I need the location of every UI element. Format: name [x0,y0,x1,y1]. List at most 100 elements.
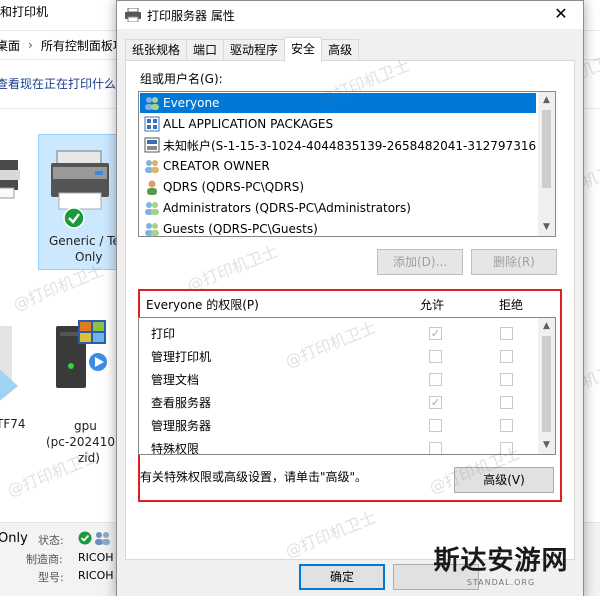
scroll-up-icon[interactable]: ▲ [538,318,555,335]
permission-row: 打印 ✓ [139,322,537,344]
list-item-user[interactable]: ALL APPLICATION PACKAGES [140,114,536,134]
group-icon [145,223,159,236]
permission-row: 管理文档 [139,368,537,390]
watermark: @打印机卫士 [184,241,281,296]
permission-name: 特殊权限 [151,442,200,455]
tab-drivers[interactable]: 驱动程序 [223,39,286,61]
printer-icon [125,8,141,22]
list-item-user[interactable]: QDRS (QDRS-PC\QDRS) [140,177,536,197]
tab-paper-sizes[interactable]: 纸张规格 [125,39,188,61]
user-icon [147,180,157,195]
allow-checkbox[interactable]: ✓ [429,327,442,340]
breadcrumb-desktop[interactable]: 桌面 [0,37,20,54]
see-printing-command[interactable]: 查看现在正在打印什么 [0,70,116,98]
default-check-icon [63,207,85,229]
user-name: Guests (QDRS-PC\Guests) [163,222,318,236]
group-icon [145,160,159,173]
deny-header: 拒绝 [499,298,524,312]
tab-security[interactable]: 安全 [284,37,323,62]
maker-label: 制造商: [26,553,63,566]
scroll-thumb[interactable] [542,336,551,432]
ok-button[interactable]: 确定 [299,564,385,590]
scroll-down-icon[interactable]: ▼ [538,219,555,236]
allow-header: 允许 [420,298,445,312]
breadcrumb-control-panel[interactable]: 所有控制面板项 [41,37,125,54]
tab-advanced[interactable]: 高级 [321,39,360,61]
users-listbox[interactable]: Everyone ALL APPLICATION PACKAGES 未知帐户(S… [138,91,556,237]
deny-checkbox[interactable] [500,327,513,340]
advanced-button[interactable]: 高级(V) [454,467,554,493]
dialog-titlebar[interactable]: 打印服务器 属性 ✕ [117,1,583,29]
allow-checkbox[interactable] [429,373,442,386]
permissions-list[interactable]: 打印 ✓ 管理打印机 管理文档 查看服务器 ✓ 管理服务器 特殊权限 ▲ ▼ [138,317,556,455]
fax-icon[interactable] [0,326,18,406]
logo-subtitle: STANDAL.ORG [466,578,536,587]
user-name: QDRS (QDRS-PC\QDRS) [163,180,305,194]
deny-checkbox[interactable] [500,350,513,363]
allow-checkbox[interactable]: ✓ [429,396,442,409]
permission-row: 管理服务器 [139,414,537,436]
logo-title: 斯达安游网 [433,546,569,576]
device-label: zid) [78,451,100,465]
deny-checkbox[interactable] [500,396,513,409]
scroll-down-icon[interactable]: ▼ [538,437,555,454]
group-icon [145,97,159,110]
permission-name: 查看服务器 [151,396,212,410]
permission-name: 管理服务器 [151,419,212,433]
allow-checkbox[interactable] [429,350,442,363]
chevron-right-icon: › [28,38,33,52]
window-title: 和打印机 [0,5,49,19]
scroll-thumb[interactable] [542,110,551,188]
model-label: 型号: [38,571,64,584]
device-label: gpu [74,419,97,433]
add-button[interactable]: 添加(D)... [377,249,463,275]
allow-checkbox[interactable] [429,419,442,432]
unknown-account-icon [144,137,160,153]
group-users-label: 组或用户名(G): [140,72,223,86]
special-permissions-hint: 有关特殊权限或高级设置，请单击"高级"。 [140,470,368,484]
remove-button[interactable]: 删除(R) [471,249,557,275]
status-label: 状态: [38,534,64,547]
maker-value: RICOH [78,551,114,564]
permission-name: 管理打印机 [151,350,212,364]
deny-checkbox[interactable] [500,419,513,432]
device-label: Only [75,250,103,264]
site-logo: 斯达安游网 STANDAL.ORG [406,544,596,594]
close-icon[interactable]: ✕ [539,1,583,29]
user-name: Everyone [163,96,220,110]
printer-icon[interactable] [0,150,22,210]
list-item-user[interactable]: Guests (QDRS-PC\Guests) [140,219,536,236]
permission-name: 打印 [151,327,176,341]
packages-icon [144,116,160,132]
permission-row: 管理打印机 [139,345,537,367]
permissions-label: Everyone 的权限(P) [146,298,259,312]
watermark: @打印机卫士 [282,507,379,562]
user-name: CREATOR OWNER [163,159,270,173]
users-scrollbar[interactable]: ▲ ▼ [538,92,555,236]
device-gpu[interactable]: gpu (pc-202410 zid) [44,318,116,468]
media-server-icon [56,320,107,388]
user-name: 未知帐户(S-1-15-3-1024-4044835139-2658482041… [163,138,536,153]
user-name: ALL APPLICATION PACKAGES [163,117,334,131]
model-value: RICOH [78,569,114,582]
deny-checkbox[interactable] [500,373,513,386]
list-item-user[interactable]: Everyone [140,93,536,113]
dialog-title: 打印服务器 属性 [147,8,235,23]
print-server-properties-dialog: 打印服务器 属性 ✕ 纸张规格 端口 驱动程序 安全 高级 组或用户名(G): … [116,0,584,596]
list-item-user[interactable]: 未知帐户(S-1-15-3-1024-4044835139-2658482041… [140,135,536,155]
tab-ports[interactable]: 端口 [186,39,225,61]
allow-checkbox[interactable] [429,442,442,454]
permissions-scrollbar[interactable]: ▲ ▼ [538,318,555,454]
scroll-up-icon[interactable]: ▲ [538,92,555,109]
device-label: Generic / Te [49,234,120,248]
deny-checkbox[interactable] [500,442,513,454]
device-label[interactable]: TF74 [0,416,26,432]
permission-row: 查看服务器 ✓ [139,391,537,413]
list-item-user[interactable]: Administrators (QDRS-PC\Administrators) [140,198,536,218]
device-label: (pc-202410 [46,435,116,449]
list-item-user[interactable]: CREATOR OWNER [140,156,536,176]
permission-row: 特殊权限 [139,437,537,455]
security-panel: 组或用户名(G): Everyone ALL APPLICATION PACKA… [125,56,575,562]
device-generic-text-only[interactable]: Generic / Te Only [38,134,122,270]
permission-name: 管理文档 [151,373,200,387]
